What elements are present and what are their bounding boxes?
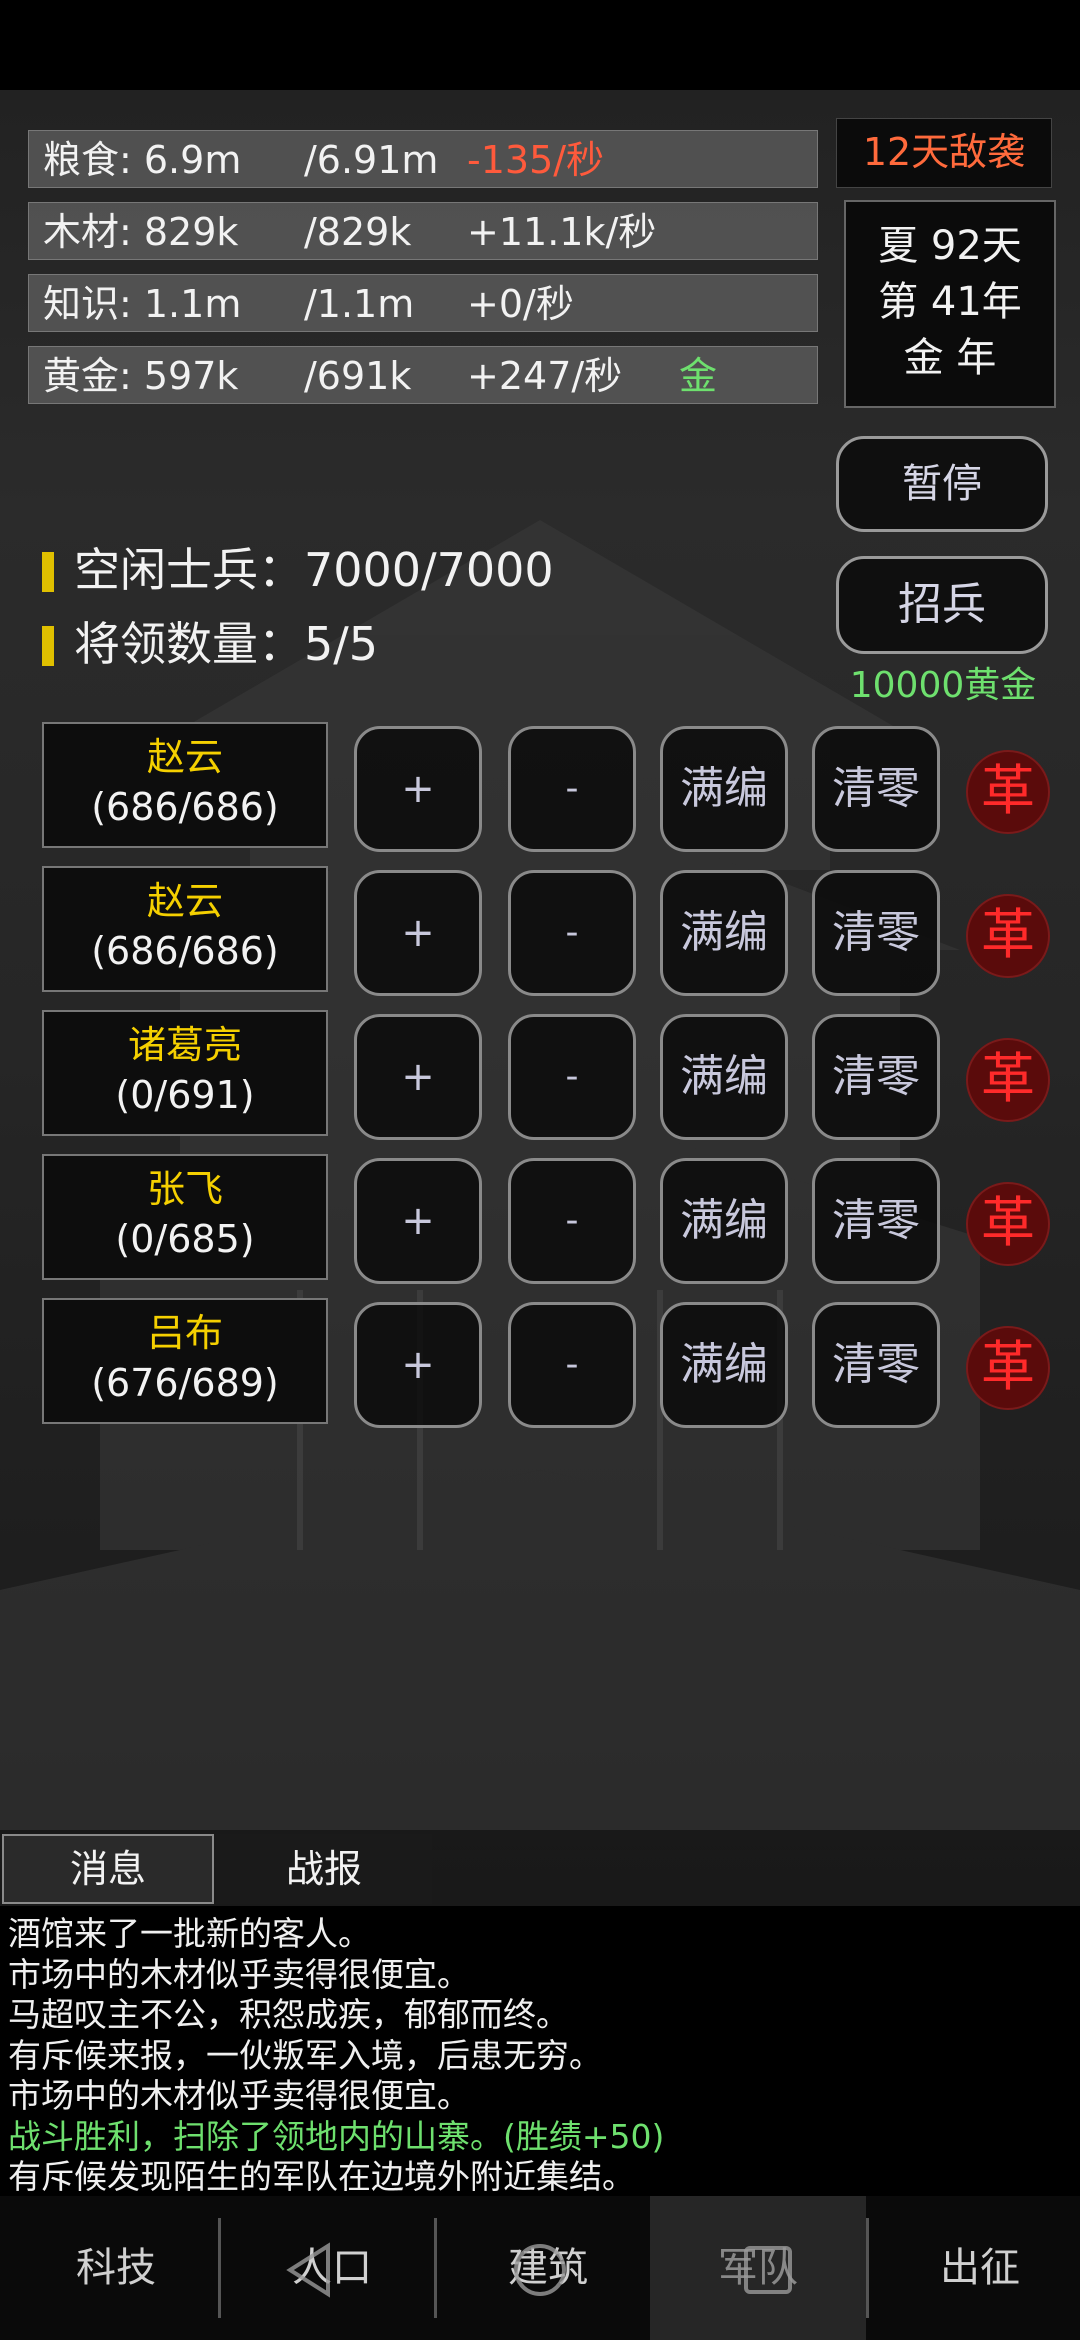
general-row: 赵云 (686/686) + - 满编 清零 革	[42, 866, 1062, 996]
recruit-button[interactable]: 招兵	[836, 556, 1048, 654]
resource-row-food: 粮食: 6.9m /6.91m -135/秒	[28, 130, 818, 188]
message-log: 酒馆来了一批新的客人。 市场中的木材似乎卖得很便宜。 马超叹主不公，积怨成疾，郁…	[0, 1906, 1080, 2196]
clear-troops-button[interactable]: 清零	[812, 726, 940, 852]
resource-rate: +247/秒	[467, 354, 623, 398]
resource-row-gold: 黄金: 597k /691k +247/秒 金	[28, 346, 818, 404]
yellow-marker-icon	[42, 626, 54, 666]
tab-messages[interactable]: 消息	[2, 1834, 214, 1904]
resource-max: /691k	[304, 354, 412, 398]
remove-troops-button[interactable]: -	[508, 870, 636, 996]
resource-amount: 木材: 829k	[43, 210, 239, 254]
add-troops-button[interactable]: +	[354, 870, 482, 996]
yellow-marker-icon	[42, 552, 54, 592]
gold-element-tag: 金	[679, 354, 718, 398]
general-troops: (686/686)	[91, 929, 279, 973]
general-card[interactable]: 赵云 (686/686)	[42, 866, 328, 992]
log-line: 市场中的木材似乎卖得很便宜。	[8, 1954, 470, 1994]
general-row: 张飞 (0/685) + - 满编 清零 革	[42, 1154, 1062, 1284]
tab-battle-report[interactable]: 战报	[216, 1834, 432, 1904]
general-name: 吕布	[146, 1311, 223, 1355]
nav-army[interactable]: 军队	[650, 2196, 866, 2340]
general-troops: (0/685)	[115, 1217, 255, 1261]
clear-troops-button[interactable]: 清零	[812, 870, 940, 996]
dismiss-general-button[interactable]: 革	[966, 1326, 1050, 1410]
pause-button[interactable]: 暂停	[836, 436, 1048, 532]
recruit-cost: 10000黄金	[849, 665, 1037, 706]
year: 第 41年	[878, 279, 1022, 325]
general-card[interactable]: 吕布 (676/689)	[42, 1298, 328, 1424]
general-name: 赵云	[146, 735, 223, 779]
general-troops: (0/691)	[115, 1073, 255, 1117]
nav-divider	[866, 2218, 869, 2318]
log-line: 市场中的木材似乎卖得很便宜。	[8, 2076, 470, 2115]
resource-amount: 知识: 1.1m	[43, 282, 242, 326]
clear-troops-button[interactable]: 清零	[812, 1158, 940, 1284]
nav-expedition[interactable]: 出征	[872, 2196, 1080, 2340]
general-name: 赵云	[146, 879, 223, 923]
remove-troops-button[interactable]: -	[508, 1158, 636, 1284]
log-line: 马超叹主不公，积怨成疾，郁郁而终。	[8, 1995, 569, 2034]
general-troops: (686/686)	[91, 785, 279, 829]
remove-troops-button[interactable]: -	[508, 1302, 636, 1428]
log-line: 酒馆来了一批新的客人。	[8, 1914, 371, 1953]
dismiss-general-button[interactable]: 革	[966, 750, 1050, 834]
remove-troops-button[interactable]: -	[508, 1014, 636, 1140]
nav-divider	[434, 2218, 437, 2318]
add-troops-button[interactable]: +	[354, 1158, 482, 1284]
general-count-text: 将领数量：5/5	[74, 617, 379, 671]
nav-tech[interactable]: 科技	[8, 2196, 224, 2340]
resource-row-knowledge: 知识: 1.1m /1.1m +0/秒	[28, 274, 818, 332]
fill-troops-button[interactable]: 满编	[660, 1014, 788, 1140]
dismiss-general-button[interactable]: 革	[966, 1038, 1050, 1122]
add-troops-button[interactable]: +	[354, 726, 482, 852]
nav-divider	[218, 2218, 221, 2318]
resource-max: /829k	[304, 210, 412, 254]
general-name: 张飞	[146, 1167, 223, 1211]
resource-rate: +0/秒	[467, 282, 574, 326]
date-panel: 夏 92天 第 41年 金 年	[844, 200, 1056, 408]
general-name: 诸葛亮	[127, 1023, 242, 1067]
log-line-victory: 战斗胜利，扫除了领地内的山寨。(胜绩+50)	[8, 2116, 665, 2156]
nav-population[interactable]: 人口	[224, 2196, 440, 2340]
log-line: 有斥候来报，一伙叛军入境，后患无穷。	[8, 2035, 602, 2075]
bottom-nav: 科技 人口 建筑 军队 出征	[0, 2196, 1080, 2340]
log-line: 有斥候发现陌生的军队在边境外附近集结。	[8, 2157, 635, 2196]
remove-troops-button[interactable]: -	[508, 726, 636, 852]
general-card[interactable]: 诸葛亮 (0/691)	[42, 1010, 328, 1136]
clear-troops-button[interactable]: 清零	[812, 1302, 940, 1428]
resource-max: /1.1m	[304, 282, 415, 326]
general-row: 赵云 (686/686) + - 满编 清零 革	[42, 722, 1062, 852]
enemy-attack-countdown: 12天敌袭	[836, 118, 1052, 188]
resource-amount: 粮食: 6.9m	[43, 138, 242, 182]
general-row: 诸葛亮 (0/691) + - 满编 清零 革	[42, 1010, 1062, 1140]
general-card[interactable]: 张飞 (0/685)	[42, 1154, 328, 1280]
fill-troops-button[interactable]: 满编	[660, 1302, 788, 1428]
season-day: 夏 92天	[878, 223, 1022, 269]
add-troops-button[interactable]: +	[354, 1302, 482, 1428]
general-row: 吕布 (676/689) + - 满编 清零 革	[42, 1298, 1062, 1428]
fill-troops-button[interactable]: 满编	[660, 1158, 788, 1284]
resource-max: /6.91m	[304, 138, 439, 182]
dismiss-general-button[interactable]: 革	[966, 1182, 1050, 1266]
add-troops-button[interactable]: +	[354, 1014, 482, 1140]
nav-buildings[interactable]: 建筑	[440, 2196, 656, 2340]
status-bar	[0, 0, 1080, 90]
log-tabs: 消息 战报	[0, 1834, 432, 1906]
dismiss-general-button[interactable]: 革	[966, 894, 1050, 978]
clear-troops-button[interactable]: 清零	[812, 1014, 940, 1140]
fill-troops-button[interactable]: 满编	[660, 870, 788, 996]
fill-troops-button[interactable]: 满编	[660, 726, 788, 852]
general-card[interactable]: 赵云 (686/686)	[42, 722, 328, 848]
resource-rate: -135/秒	[467, 138, 605, 182]
idle-soldiers-text: 空闲士兵：7000/7000	[74, 543, 554, 597]
element-year: 金 年	[903, 335, 997, 381]
resource-rate: +11.1k/秒	[467, 210, 657, 254]
general-troops: (676/689)	[91, 1361, 279, 1405]
resource-row-wood: 木材: 829k /829k +11.1k/秒	[28, 202, 818, 260]
resource-amount: 黄金: 597k	[43, 354, 239, 398]
